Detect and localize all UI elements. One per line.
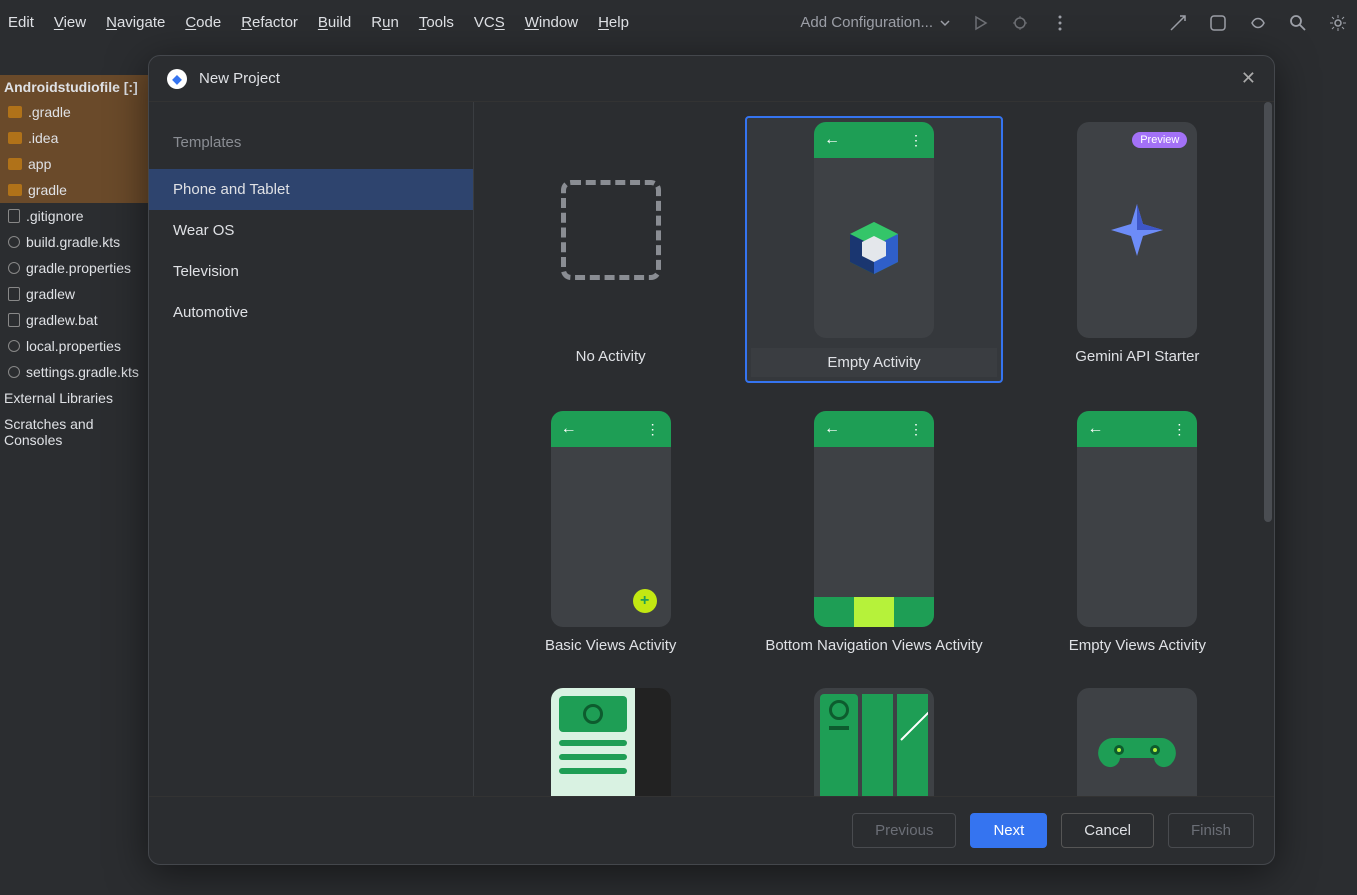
- menu-help[interactable]: Help: [598, 14, 629, 31]
- tool-icon-2[interactable]: [1207, 12, 1229, 34]
- template-label: Empty Views Activity: [1069, 637, 1206, 654]
- template-basic-views-activity[interactable]: ←⋮+Basic Views Activity: [482, 405, 739, 660]
- menu-navigate[interactable]: Navigate: [106, 14, 165, 31]
- menu-vcs[interactable]: VCS: [474, 14, 505, 31]
- chevron-down-icon: [939, 17, 951, 29]
- template-label: No Activity: [576, 348, 646, 365]
- template-grid: No Activity ←⋮Empty ActivityPreviewGemini…: [474, 102, 1274, 796]
- tree-item-label: gradlew: [26, 286, 75, 302]
- template-partial[interactable]: [1009, 682, 1266, 796]
- folder-icon: [8, 184, 22, 196]
- gear-icon: [8, 366, 20, 378]
- project-root[interactable]: Androidstudiofile [:]: [0, 75, 148, 99]
- previous-button: Previous: [852, 813, 956, 848]
- tree-item-label: .idea: [28, 130, 58, 146]
- template-empty-views-activity[interactable]: ←⋮Empty Views Activity: [1009, 405, 1266, 660]
- tree-item[interactable]: build.gradle.kts: [0, 229, 148, 255]
- gear-icon: [8, 262, 20, 274]
- tree-item-label: gradle: [28, 182, 67, 198]
- dialog-title: New Project: [199, 70, 280, 87]
- tree-item[interactable]: gradle.properties: [0, 255, 148, 281]
- tree-item[interactable]: gradlew.bat: [0, 307, 148, 333]
- template-partial[interactable]: [745, 682, 1002, 796]
- tree-item[interactable]: gradle: [0, 177, 148, 203]
- settings-icon[interactable]: [1327, 12, 1349, 34]
- template-category-sidebar: Templates Phone and TabletWear OSTelevis…: [149, 102, 474, 796]
- template-label: Bottom Navigation Views Activity: [765, 637, 982, 654]
- cancel-button[interactable]: Cancel: [1061, 813, 1154, 848]
- category-wear-os[interactable]: Wear OS: [149, 210, 473, 251]
- folder-icon: [8, 106, 22, 118]
- scratches[interactable]: Scratches and Consoles: [0, 411, 148, 453]
- tree-item[interactable]: .gitignore: [0, 203, 148, 229]
- more-icon[interactable]: [1049, 12, 1071, 34]
- external-libraries[interactable]: External Libraries: [0, 385, 148, 411]
- finish-button: Finish: [1168, 813, 1254, 848]
- menu-tools[interactable]: Tools: [419, 14, 454, 31]
- tree-item[interactable]: local.properties: [0, 333, 148, 359]
- template-empty-activity[interactable]: ←⋮Empty Activity: [745, 116, 1002, 383]
- menu-build[interactable]: Build: [318, 14, 351, 31]
- tree-item-label: build.gradle.kts: [26, 234, 120, 250]
- tree-item[interactable]: .gradle: [0, 99, 148, 125]
- templates-header: Templates: [149, 126, 473, 169]
- project-tree: Androidstudiofile [:] .gradle .idea app gra…: [0, 75, 148, 453]
- debug-icon[interactable]: [1009, 12, 1031, 34]
- template-label: Empty Activity: [751, 348, 996, 377]
- folder-icon: [8, 158, 22, 170]
- tree-item-label: gradlew.bat: [26, 312, 98, 328]
- scrollbar[interactable]: [1264, 102, 1272, 522]
- tree-item-label: gradle.properties: [26, 260, 131, 276]
- template-label: Basic Views Activity: [545, 637, 676, 654]
- run-config-label: Add Configuration...: [800, 14, 933, 31]
- tree-item[interactable]: gradlew: [0, 281, 148, 307]
- template-bottom-navigation-views-activity[interactable]: ←⋮Bottom Navigation Views Activity: [745, 405, 1002, 660]
- search-icon[interactable]: [1287, 12, 1309, 34]
- close-icon[interactable]: ✕: [1241, 68, 1256, 89]
- gear-icon: [8, 236, 20, 248]
- tree-item-label: app: [28, 156, 51, 172]
- tool-icon-3[interactable]: [1247, 12, 1269, 34]
- new-project-dialog: ◆ New Project ✕ Templates Phone and Tabl…: [148, 55, 1275, 865]
- menu-view[interactable]: View: [54, 14, 86, 31]
- android-studio-logo-icon: ◆: [167, 69, 187, 89]
- menu-code[interactable]: Code: [185, 14, 221, 31]
- folder-icon: [8, 132, 22, 144]
- file-icon: [8, 209, 20, 223]
- template-gemini-api-starter[interactable]: PreviewGemini API Starter: [1009, 116, 1266, 383]
- menu-window[interactable]: Window: [525, 14, 578, 31]
- menu-edit[interactable]: EEditdit: [8, 14, 34, 31]
- gear-icon: [8, 340, 20, 352]
- template-partial[interactable]: [482, 682, 739, 796]
- tree-item-label: local.properties: [26, 338, 121, 354]
- next-button[interactable]: Next: [970, 813, 1047, 848]
- tree-item-label: .gitignore: [26, 208, 84, 224]
- category-automotive[interactable]: Automotive: [149, 292, 473, 333]
- category-phone-and-tablet[interactable]: Phone and Tablet: [149, 169, 473, 210]
- file-icon: [8, 313, 20, 327]
- template-no-activity[interactable]: No Activity: [482, 116, 739, 383]
- run-icon[interactable]: [969, 12, 991, 34]
- menu-bar: EEditdit View Navigate Code Refactor Bui…: [8, 14, 629, 31]
- run-config-dropdown[interactable]: Add Configuration...: [800, 14, 951, 31]
- template-label: Gemini API Starter: [1075, 348, 1199, 365]
- category-television[interactable]: Television: [149, 251, 473, 292]
- tree-item[interactable]: .idea: [0, 125, 148, 151]
- tree-item-label: settings.gradle.kts: [26, 364, 139, 380]
- menu-refactor[interactable]: Refactor: [241, 14, 298, 31]
- file-icon: [8, 287, 20, 301]
- tool-icon-1[interactable]: [1167, 12, 1189, 34]
- menu-run[interactable]: Run: [371, 14, 399, 31]
- tree-item-label: .gradle: [28, 104, 71, 120]
- tree-item[interactable]: settings.gradle.kts: [0, 359, 148, 385]
- tree-item[interactable]: app: [0, 151, 148, 177]
